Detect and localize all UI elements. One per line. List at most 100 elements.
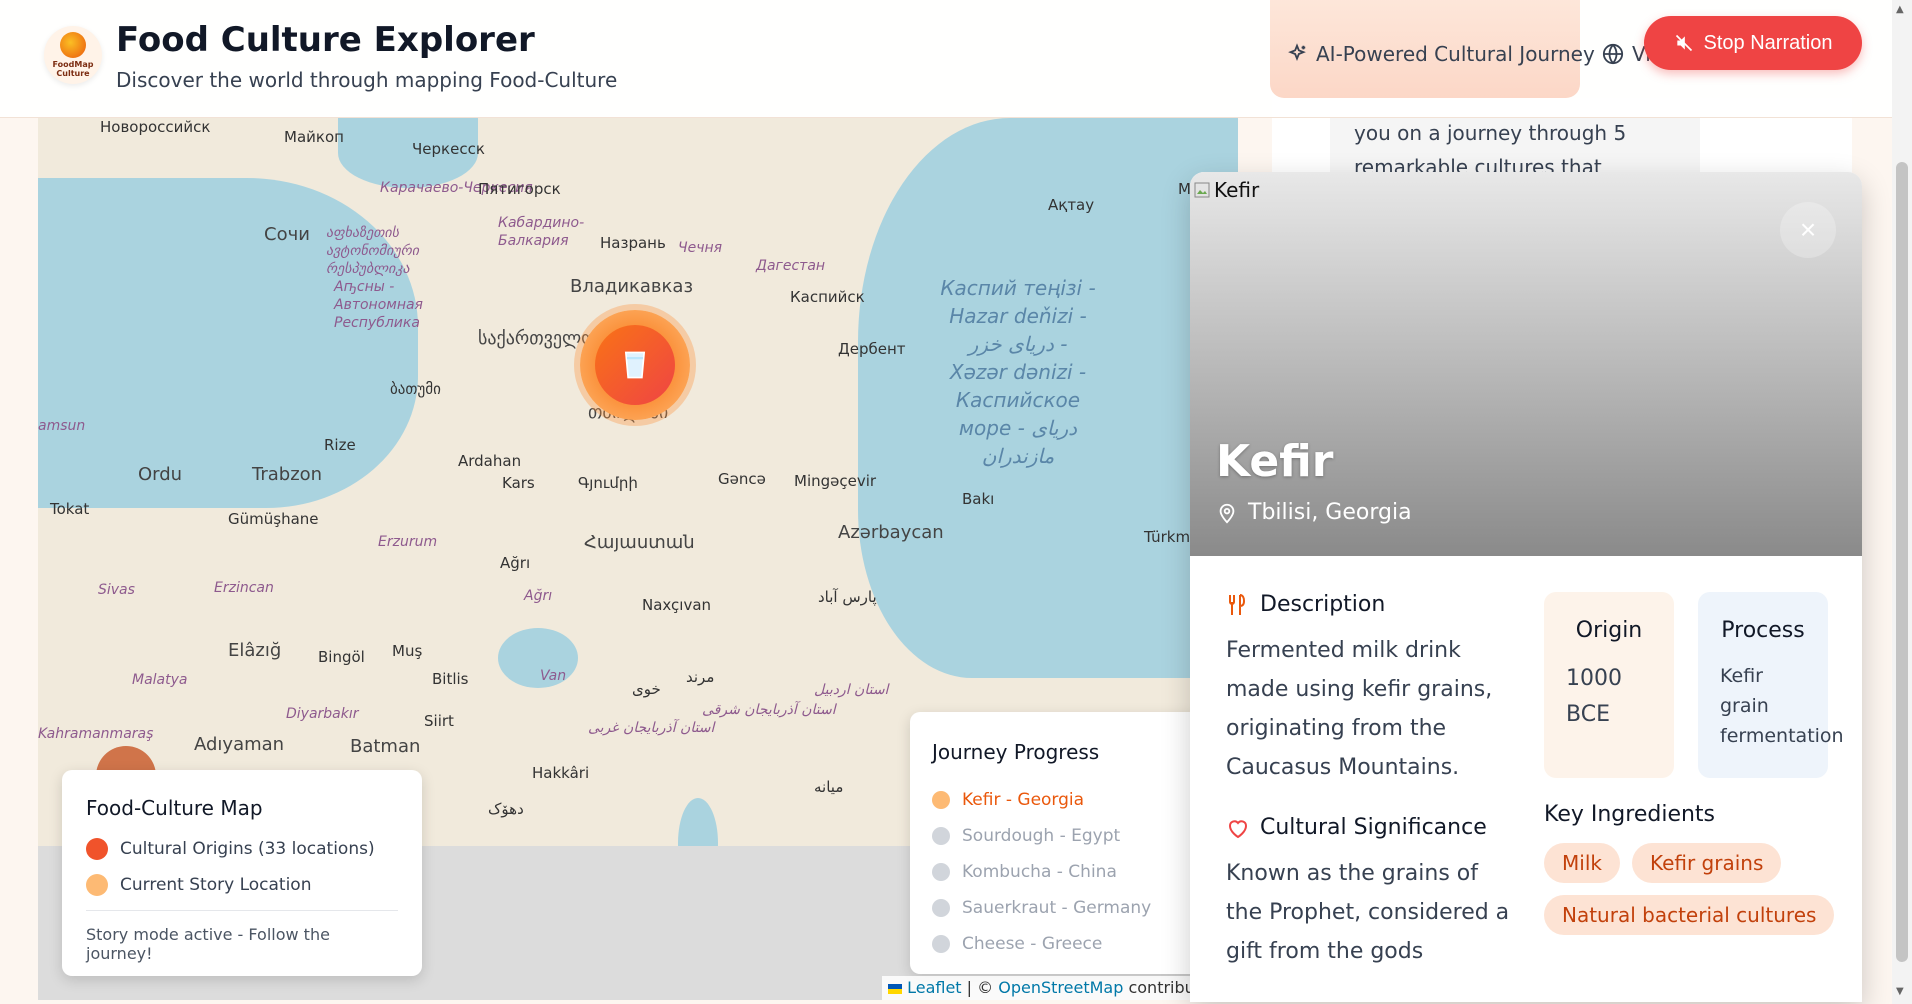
scrollbar-thumb[interactable] [1896, 162, 1908, 962]
map-label: Bingöl [318, 648, 365, 666]
map-label: Գյումրի [578, 474, 638, 492]
food-name: Kefir [1216, 436, 1334, 487]
map-label: Владикавказ [570, 276, 694, 297]
process-value: Kefir grain fermentation [1720, 665, 1844, 747]
ingredient-chip: Milk [1544, 843, 1620, 883]
map-label: Van [540, 668, 567, 684]
map-label: Diyarbakır [286, 706, 359, 722]
journey-item-kombucha[interactable]: Kombucha - China [932, 854, 1178, 890]
journey-item-sauerkraut[interactable]: Sauerkraut - Germany [932, 890, 1178, 926]
origin-dot-icon [86, 838, 108, 860]
map-attribution: Leaflet | © OpenStreetMap contribu [882, 976, 1201, 1000]
map-label: Rize [324, 436, 356, 454]
map-label: Bitlis [432, 670, 469, 688]
map-label: Erzurum [378, 534, 438, 550]
journey-progress: Journey Progress Kefir - Georgia Sourdou… [910, 712, 1200, 974]
app-logo[interactable]: FoodMap Culture [44, 26, 102, 84]
current-dot-icon [86, 874, 108, 896]
legend-note: Story mode active - Follow the journey! [86, 910, 398, 963]
map-label: پارس آباد [818, 588, 877, 606]
map-label: Malatya [132, 672, 188, 688]
journey-item-kefir[interactable]: Kefir - Georgia [932, 782, 1178, 818]
journey-item-sourdough[interactable]: Sourdough - Egypt [932, 818, 1178, 854]
map-label: Erzincan [214, 580, 274, 596]
food-location: Tbilisi, Georgia [1216, 500, 1412, 525]
map-label: Ақтау [1048, 196, 1095, 214]
map-label: Հայաստան [584, 532, 695, 553]
journey-item-cheese[interactable]: Cheese - Greece [932, 926, 1178, 962]
map-label: Дагестан [756, 258, 826, 274]
map-label: Каспийск [790, 288, 865, 306]
glass-icon [624, 351, 646, 379]
ingredient-chip: Natural bacterial cultures [1544, 895, 1835, 935]
map-legend: Food-Culture Map Cultural Origins (33 lo… [62, 770, 422, 976]
scroll-down-icon[interactable]: ▼ [1896, 986, 1904, 997]
map-label: საქართველო [478, 328, 596, 349]
map-label: Siirt [424, 712, 454, 730]
globe-icon [1602, 43, 1624, 65]
journey-dot-icon [932, 827, 950, 845]
map-label: Ardahan [458, 452, 522, 470]
journey-item-label: Sauerkraut - Germany [962, 898, 1152, 918]
map-pin-icon [1219, 503, 1235, 523]
map-label: Чечня [678, 240, 723, 256]
legend-current: Current Story Location [86, 874, 398, 896]
broken-image-alt: Kefir [1194, 178, 1259, 202]
app-subtitle: Discover the world through mapping Food-… [116, 68, 618, 92]
food-detail-card: Kefir × Kefir Tbilisi, Georgia Descripti… [1190, 172, 1862, 1002]
leaflet-link[interactable]: Leaflet [907, 978, 961, 997]
map-label: ბათუმი [390, 380, 441, 398]
significance-heading: Cultural Significance [1226, 815, 1516, 840]
close-button[interactable]: × [1780, 202, 1836, 258]
food-hero-image: Kefir × Kefir Tbilisi, Georgia [1190, 172, 1862, 556]
osm-link[interactable]: OpenStreetMap [998, 978, 1123, 997]
map-label: Naxçıvan [642, 596, 712, 614]
map-label: Muş [392, 642, 423, 660]
map-label: میانه [814, 778, 844, 796]
attribution-sep: | © [966, 978, 994, 997]
stop-narration-button[interactable]: Stop Narration [1644, 16, 1862, 70]
map-label: Tokat [50, 500, 90, 518]
map-label: استان آذربایجان غربی [588, 720, 715, 736]
map-label: Kars [502, 474, 535, 492]
kefir-location-marker[interactable] [580, 310, 690, 420]
map-label: Сочи [264, 224, 310, 245]
ingredient-chips: Milk Kefir grains Natural bacterial cult… [1544, 843, 1844, 935]
journey-item-label: Sourdough - Egypt [962, 826, 1121, 846]
ukraine-flag-icon [888, 983, 902, 994]
journey-item-label: Cheese - Greece [962, 934, 1103, 954]
map-label: Ağrı [524, 588, 553, 604]
map-label: Ağrı [500, 554, 531, 572]
image-alt-text: Kefir [1214, 178, 1260, 202]
map-label: Hakkâri [532, 764, 590, 782]
map-label: Майкоп [284, 128, 344, 146]
utensils-icon [1229, 593, 1246, 615]
map-label: Дербент [838, 340, 906, 358]
origin-value: 1000 BCE [1566, 666, 1622, 727]
process-title: Process [1721, 618, 1805, 643]
journey-dot-icon [932, 899, 950, 917]
scroll-up-icon[interactable]: ▲ [1896, 4, 1904, 15]
key-ingredients: Key Ingredients Milk Kefir grains Natura… [1544, 802, 1844, 935]
broken-image-icon [1194, 182, 1210, 198]
lake-urmia [678, 798, 718, 846]
map-label: استان اردبیل [814, 682, 889, 698]
close-icon: × [1799, 214, 1817, 245]
legend-origins-label: Cultural Origins (33 locations) [120, 839, 375, 859]
logo-text: FoodMap Culture [52, 60, 94, 78]
legend-current-label: Current Story Location [120, 875, 312, 895]
map-label: Пятигорск [478, 180, 561, 198]
map-label: amsun [38, 418, 86, 434]
app-header: FoodMap Culture Food Culture Explorer Di… [0, 0, 1892, 118]
map-label: Batman [350, 736, 421, 757]
journey-dot-icon [932, 791, 950, 809]
significance-text: Known as the grains of the Prophet, cons… [1226, 861, 1510, 964]
map-label: Gümüşhane [228, 510, 319, 528]
mute-icon [1675, 34, 1692, 52]
map-label: Черкесск [412, 140, 485, 158]
page-scrollbar[interactable]: ▲ ▼ [1892, 0, 1912, 1004]
journey-dot-icon [932, 935, 950, 953]
map-label: Trabzon [252, 464, 323, 485]
ai-journey-link[interactable]: AI-Powered Cultural Journey [1286, 42, 1595, 66]
heart-icon [1229, 819, 1247, 838]
